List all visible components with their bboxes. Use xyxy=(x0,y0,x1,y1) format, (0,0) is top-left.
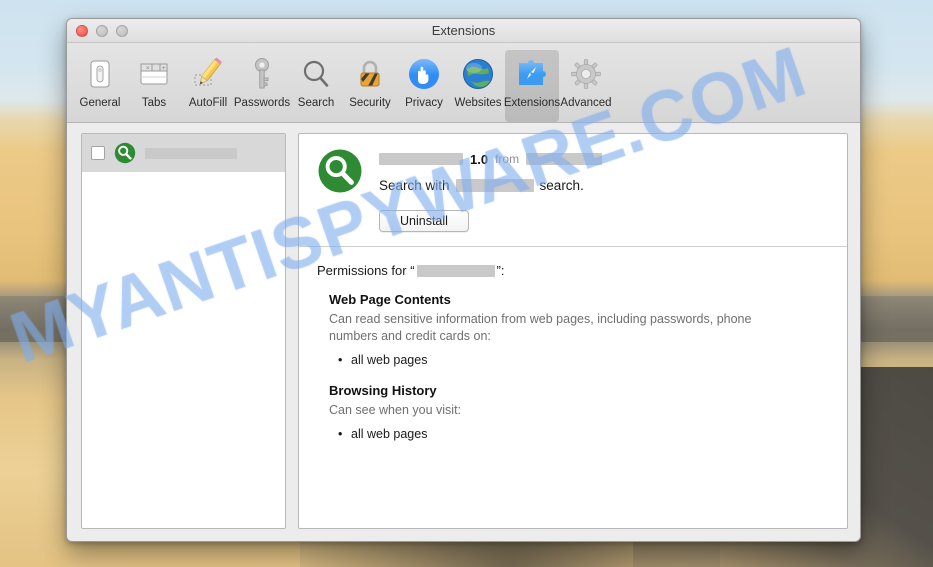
gear-icon xyxy=(565,54,607,94)
permission-heading: Browsing History xyxy=(329,383,437,399)
from-label: from xyxy=(495,152,520,166)
description-name-redacted xyxy=(455,179,534,192)
extension-name-redacted xyxy=(379,153,463,165)
window-titlebar: Extensions xyxy=(67,19,860,43)
autofill-pencil-icon xyxy=(187,54,229,94)
hand-icon xyxy=(403,54,445,94)
toolbar-label: Privacy xyxy=(405,97,443,109)
extension-enable-checkbox[interactable] xyxy=(91,146,105,160)
green-magnifier-icon xyxy=(114,142,136,164)
toolbar-item-tabs[interactable]: × + Tabs xyxy=(127,50,181,122)
permission-group-web-page-contents: Web Page Contents Can read sensitive inf… xyxy=(317,292,829,369)
toolbar-item-passwords[interactable]: Passwords xyxy=(233,50,291,122)
permissions-section: Permissions for “ ”: Web Page Contents C… xyxy=(299,247,847,528)
toolbar-item-security[interactable]: Security xyxy=(343,50,397,122)
toolbar-label: Security xyxy=(349,97,391,109)
toolbar-item-search[interactable]: Search xyxy=(289,50,343,122)
svg-text:×: × xyxy=(146,66,150,72)
globe-icon xyxy=(457,54,499,94)
extension-detail-panel: 1.0 from Search with search. Uninstall P… xyxy=(298,133,848,529)
toolbar-label: Advanced xyxy=(560,97,612,109)
traffic-lights xyxy=(76,25,128,37)
description-prefix: Search with xyxy=(379,178,450,193)
permission-item: all web pages xyxy=(338,351,829,370)
svg-text:+: + xyxy=(162,66,166,72)
minimize-button[interactable] xyxy=(96,25,108,37)
toolbar-item-advanced[interactable]: Advanced xyxy=(559,50,613,122)
toolbar-label: Extensions xyxy=(503,97,561,109)
permission-group-browsing-history: Browsing History Can see when you visit:… xyxy=(317,383,829,443)
safari-preferences-window: Extensions General × + Tabs AutoFill Pas… xyxy=(66,18,861,542)
permissions-title: Permissions for “ ”: xyxy=(317,263,829,278)
general-switch-icon xyxy=(79,54,121,94)
desktop-background: Extensions General × + Tabs AutoFill Pas… xyxy=(0,0,933,567)
close-button[interactable] xyxy=(76,25,88,37)
toolbar-item-general[interactable]: General xyxy=(73,50,127,122)
publisher-redacted xyxy=(526,153,603,165)
content-area: 1.0 from Search with search. Uninstall P… xyxy=(67,123,860,541)
key-icon xyxy=(241,54,283,94)
puzzle-compass-icon xyxy=(511,54,553,94)
toolbar-item-privacy[interactable]: Privacy xyxy=(397,50,451,122)
extension-version: 1.0 xyxy=(470,151,489,167)
list-item[interactable] xyxy=(82,134,285,172)
magnifier-icon xyxy=(295,54,337,94)
extensions-list[interactable] xyxy=(81,133,286,529)
uninstall-button[interactable]: Uninstall xyxy=(379,210,469,232)
tabs-icon: × + xyxy=(133,54,175,94)
extension-name-redacted xyxy=(145,147,237,159)
permission-heading: Web Page Contents xyxy=(329,292,451,307)
toolbar-item-websites[interactable]: Websites xyxy=(451,50,505,122)
toolbar-label: Websites xyxy=(454,97,502,109)
permission-items: all web pages xyxy=(329,425,829,444)
preferences-toolbar: General × + Tabs AutoFill Passwords Sear… xyxy=(67,43,860,123)
toolbar-item-autofill[interactable]: AutoFill xyxy=(181,50,235,122)
permission-description: Can read sensitive information from web … xyxy=(329,312,752,344)
toolbar-label: Tabs xyxy=(141,97,167,109)
toolbar-label: General xyxy=(79,97,121,109)
toolbar-label: Search xyxy=(297,97,335,109)
permissions-title-suffix: ”: xyxy=(496,263,505,278)
window-title: Extensions xyxy=(431,23,496,38)
toolbar-label: AutoFill xyxy=(188,97,228,109)
detail-header: 1.0 from Search with search. Uninstall xyxy=(299,134,847,247)
green-magnifier-icon xyxy=(318,149,362,193)
toolbar-item-extensions[interactable]: Extensions xyxy=(503,50,561,122)
permissions-name-redacted xyxy=(416,264,495,277)
lock-icon xyxy=(349,54,391,94)
zoom-button[interactable] xyxy=(116,25,128,37)
toolbar-label: Passwords xyxy=(233,97,291,109)
permissions-title-prefix: Permissions for “ xyxy=(317,263,415,278)
description-suffix: search. xyxy=(539,178,584,193)
permission-items: all web pages xyxy=(329,351,829,370)
permission-item: all web pages xyxy=(338,425,829,444)
permission-description: Can see when you visit: xyxy=(329,403,462,418)
